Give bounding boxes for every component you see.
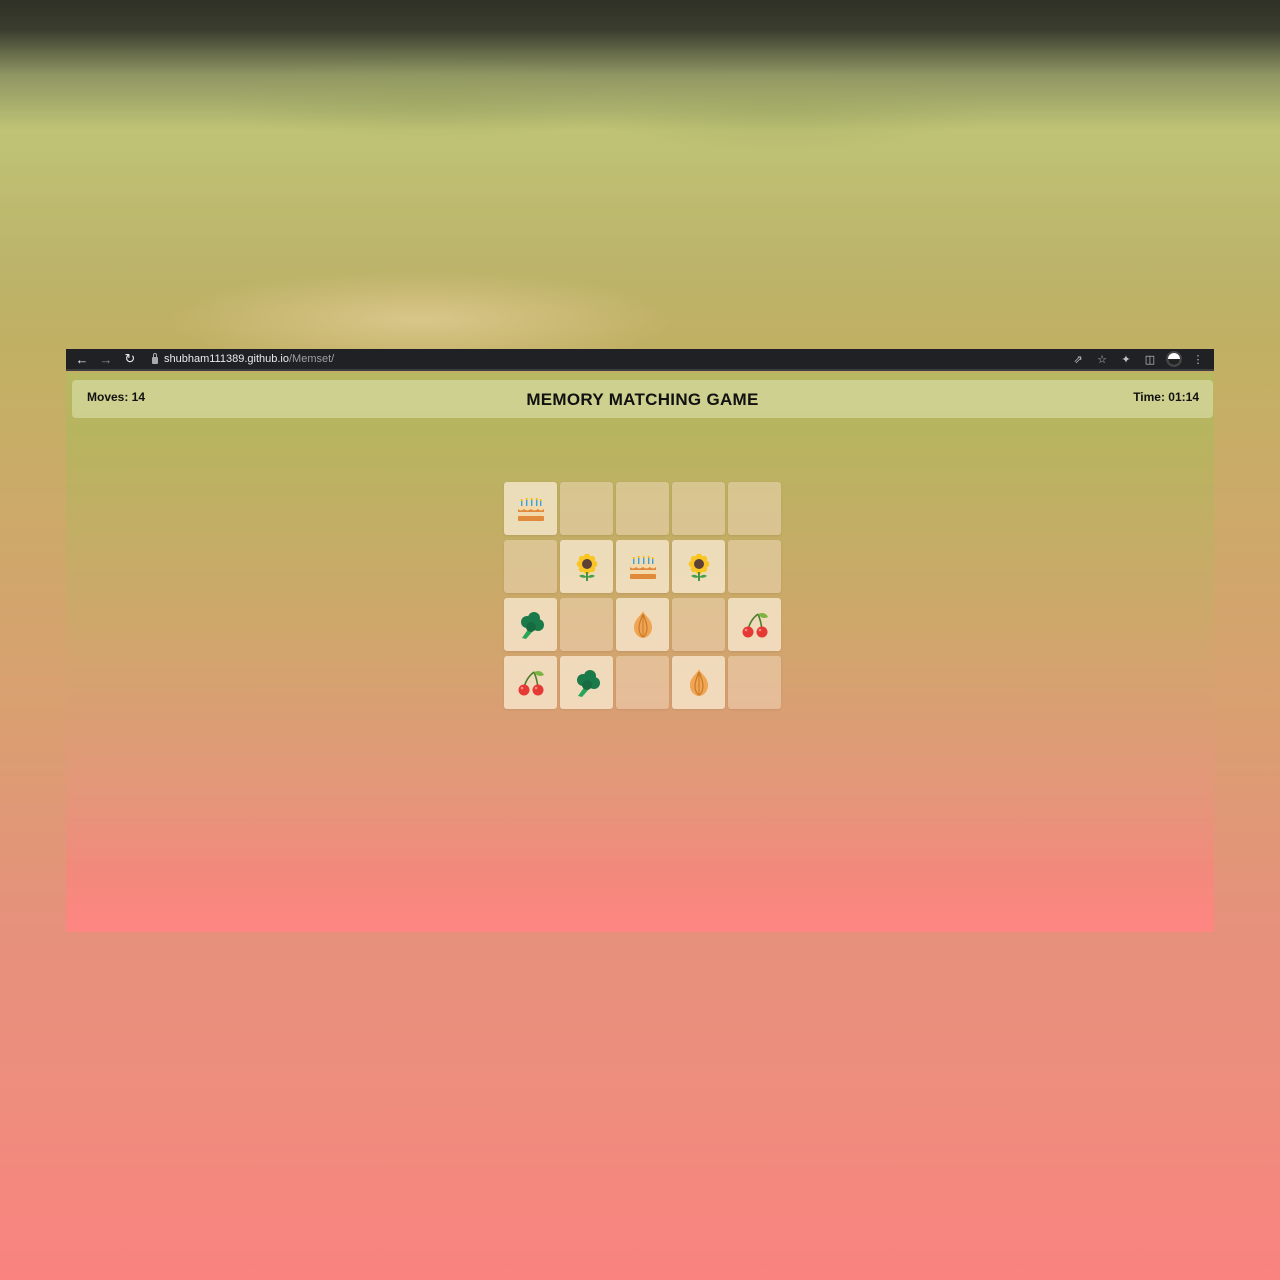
sunflower-icon <box>570 550 604 584</box>
share-icon[interactable]: ⇗ <box>1070 351 1086 367</box>
onion-icon <box>682 666 716 700</box>
memory-card[interactable] <box>728 656 781 709</box>
browser-window: ← → ↻ shubham111389.github.io/Memset/ ⇗ … <box>66 349 1214 932</box>
timer: Time: 01:14 <box>1133 390 1199 404</box>
memory-card[interactable] <box>560 598 613 651</box>
lock-icon <box>152 352 158 364</box>
game-page: Moves: 14 MEMORY MATCHING GAME Time: 01:… <box>66 373 1214 932</box>
bookmark-star-icon[interactable]: ☆ <box>1094 351 1110 367</box>
url-path: /Memset/ <box>288 353 335 365</box>
menu-kebab-icon[interactable]: ⋮ <box>1190 351 1206 367</box>
memory-card[interactable] <box>504 598 557 651</box>
memory-card[interactable] <box>504 540 557 593</box>
forward-icon[interactable]: → <box>94 349 118 369</box>
profile-avatar[interactable] <box>1166 351 1182 367</box>
memory-card[interactable] <box>504 656 557 709</box>
address-bar[interactable]: shubham111389.github.io/Memset/ <box>152 352 1070 365</box>
card-grid <box>504 482 781 709</box>
memory-card[interactable] <box>504 482 557 535</box>
broccoli-icon <box>514 608 548 642</box>
back-icon[interactable]: ← <box>70 349 94 369</box>
memory-card[interactable] <box>616 656 669 709</box>
memory-card[interactable] <box>672 540 725 593</box>
browser-toolbar: ← → ↻ shubham111389.github.io/Memset/ ⇗ … <box>66 349 1214 371</box>
memory-card[interactable] <box>672 656 725 709</box>
sunflower-icon <box>682 550 716 584</box>
side-panel-icon[interactable]: ◫ <box>1142 351 1158 367</box>
cake-icon <box>514 492 548 526</box>
memory-card[interactable] <box>672 482 725 535</box>
cherry-icon <box>514 666 548 700</box>
page-title: MEMORY MATCHING GAME <box>526 390 759 409</box>
cake-icon <box>626 550 660 584</box>
memory-card[interactable] <box>616 598 669 651</box>
extensions-icon[interactable]: ✦ <box>1118 351 1134 367</box>
memory-card[interactable] <box>560 540 613 593</box>
memory-card[interactable] <box>728 598 781 651</box>
game-header: Moves: 14 MEMORY MATCHING GAME Time: 01:… <box>72 380 1213 418</box>
memory-card[interactable] <box>560 656 613 709</box>
reload-icon[interactable]: ↻ <box>118 349 142 369</box>
memory-card[interactable] <box>616 540 669 593</box>
memory-card[interactable] <box>728 540 781 593</box>
cherry-icon <box>738 608 772 642</box>
memory-card[interactable] <box>560 482 613 535</box>
url-host: shubham111389.github.io <box>164 353 289 365</box>
memory-card[interactable] <box>616 482 669 535</box>
onion-icon <box>626 608 660 642</box>
memory-card[interactable] <box>672 598 725 651</box>
broccoli-icon <box>570 666 604 700</box>
memory-card[interactable] <box>728 482 781 535</box>
